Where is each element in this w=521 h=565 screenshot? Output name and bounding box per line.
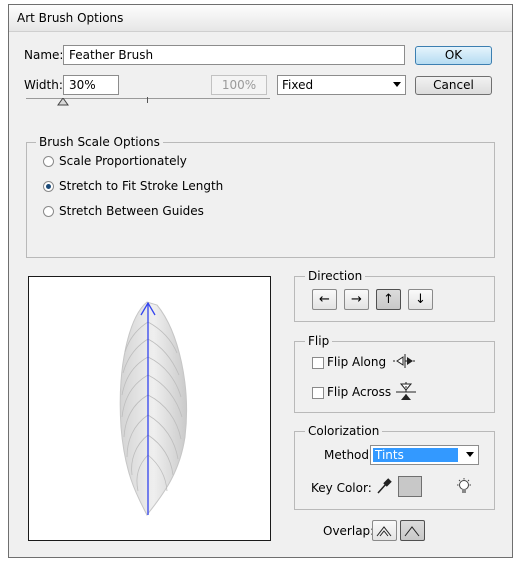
lightbulb-tips-icon[interactable]	[456, 478, 472, 496]
direction-up-button[interactable]: ↑	[376, 289, 401, 310]
title-bar: Art Brush Options	[9, 5, 512, 32]
width-max-input: 100%	[211, 75, 267, 95]
flip-across-icon	[396, 382, 416, 402]
flip-group: Flip Flip Along Flip Across	[294, 334, 495, 413]
direction-group: Direction ← → ↑ ↓	[294, 269, 495, 322]
flip-across-label[interactable]: Flip Across	[327, 385, 391, 399]
brush-scale-options-title: Brush Scale Options	[36, 135, 163, 149]
chevron-down-icon	[393, 82, 401, 87]
overlap-adjust-button[interactable]	[372, 520, 397, 541]
direction-right-button[interactable]: →	[344, 289, 369, 310]
width-slider-tick	[147, 97, 148, 103]
width-input[interactable]: 30%	[63, 75, 119, 95]
radio-scale-proportionately[interactable]	[43, 156, 54, 167]
brush-preview	[28, 276, 271, 541]
ok-button[interactable]: OK	[415, 46, 492, 65]
option-stretch-to-fit[interactable]: Stretch to Fit Stroke Length	[59, 179, 223, 193]
overlap-label: Overlap:	[323, 524, 375, 538]
direction-down-button[interactable]: ↓	[408, 289, 433, 310]
key-color-label: Key Color:	[311, 481, 372, 495]
flip-along-label[interactable]: Flip Along	[327, 355, 386, 369]
window-title: Art Brush Options	[17, 11, 124, 25]
method-value: Tints	[373, 448, 458, 462]
width-mode-select[interactable]: Fixed	[277, 75, 406, 95]
flip-along-checkbox[interactable]	[312, 357, 324, 369]
direction-title: Direction	[305, 269, 366, 283]
radio-stretch-to-fit[interactable]	[43, 181, 54, 192]
flip-across-checkbox[interactable]	[312, 387, 324, 399]
overlap-none-button[interactable]	[400, 520, 425, 541]
width-label: Width:	[24, 78, 63, 92]
direction-left-button[interactable]: ←	[312, 289, 337, 310]
key-color-swatch[interactable]	[398, 476, 422, 497]
overlap-adjust-icon	[376, 526, 392, 537]
art-brush-options-dialog: Art Brush Options Name: Feather Brush OK…	[8, 4, 513, 558]
option-scale-proportionately[interactable]: Scale Proportionately	[59, 154, 187, 168]
option-stretch-between-guides[interactable]: Stretch Between Guides	[59, 204, 204, 218]
method-label: Method:	[324, 448, 374, 462]
flip-title: Flip	[305, 334, 333, 348]
name-label: Name:	[24, 48, 64, 62]
width-slider-handle[interactable]	[57, 98, 69, 106]
colorization-group: Colorization Method: Tints Key Color:	[294, 424, 495, 510]
width-mode-value: Fixed	[282, 78, 314, 92]
chevron-down-icon	[466, 452, 474, 457]
eyedropper-icon[interactable]	[375, 477, 393, 495]
cancel-button[interactable]: Cancel	[415, 76, 492, 95]
overlap-none-icon	[404, 526, 420, 537]
name-input[interactable]: Feather Brush	[63, 45, 405, 65]
colorization-title: Colorization	[305, 424, 383, 438]
flip-along-icon	[393, 354, 417, 368]
radio-stretch-between-guides[interactable]	[43, 206, 54, 217]
method-select[interactable]: Tints	[370, 445, 479, 465]
feather-preview-image	[119, 301, 188, 516]
